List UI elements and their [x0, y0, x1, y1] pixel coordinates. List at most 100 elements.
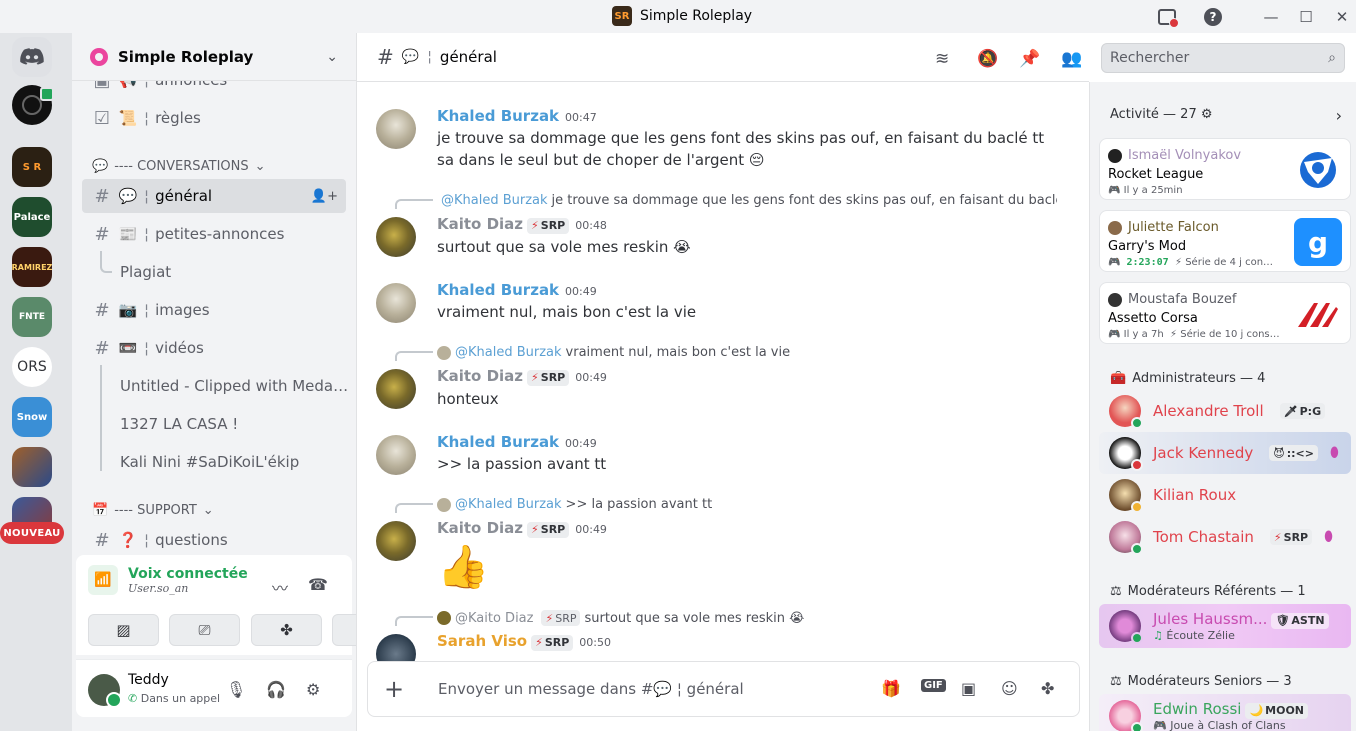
category-support[interactable]: 📅 ---- SUPPORT ⌄ — [92, 498, 214, 522]
server-ramirez[interactable]: RAMIREZ — [12, 247, 52, 287]
maximize-button[interactable]: ☐ — [1295, 6, 1317, 28]
close-button[interactable]: ✕ — [1331, 6, 1353, 28]
reply-preview[interactable]: @Khaled Burzak je trouve sa dommage que l… — [437, 193, 1057, 208]
channel-label: images — [155, 301, 210, 319]
disconnect-icon[interactable]: ☎ — [308, 575, 328, 594]
headphones-icon[interactable]: 🎧 — [266, 680, 286, 699]
message-time: 00:48 — [575, 219, 607, 232]
member-item[interactable]: Jules Haussm... 🛡 ASTN ♫ Écoute Zélie — [1099, 604, 1351, 648]
inbox-icon[interactable] — [1156, 6, 1179, 28]
microphone-icon[interactable]: 🎙 — [226, 680, 246, 699]
message-author[interactable]: Kaito Diaz ⚡ SRP 00:49 — [437, 519, 607, 538]
activity-meta: 🎮 2:23:07 ⚡ Série de 4 j con… — [1108, 257, 1274, 268]
avatar[interactable] — [376, 109, 416, 149]
minimize-button[interactable]: — — [1260, 6, 1282, 28]
member-item[interactable]: Jack Kennedy 😈::<> ⬮ — [1099, 432, 1351, 474]
avatar[interactable] — [376, 435, 416, 475]
guild-name: Simple Roleplay — [118, 47, 254, 66]
screen-share-button[interactable]: ⎚ — [169, 614, 240, 646]
channel-label: annonces — [155, 81, 227, 89]
avatar[interactable] — [376, 217, 416, 257]
reply-preview[interactable]: @Kaito Diaz ⚡ SRP surtout que sa vole mes r… — [437, 610, 1057, 626]
pinned-icon[interactable]: 📌 — [1019, 49, 1040, 69]
server-simple-roleplay[interactable]: S R — [12, 147, 52, 187]
channel-emoji: ❓ — [118, 531, 138, 549]
activity-card[interactable]: Moustafa Bouzef Assetto Corsa 🎮 Il y a 7… — [1099, 282, 1351, 344]
emoji-icon[interactable]: ☺ — [1001, 679, 1018, 698]
role-tag: ⚡ SRP — [527, 521, 570, 538]
threads-icon[interactable]: ≋ — [935, 49, 949, 69]
channel-regles[interactable]: ☑ 📜 ¦ règles — [82, 101, 346, 135]
server-game[interactable] — [12, 447, 52, 487]
channel-annonces[interactable]: ▣ 📢 ¦ annonces — [82, 81, 346, 97]
activity-card[interactable]: Ismaël Volnyakov Rocket League 🎮 Il y a … — [1099, 138, 1351, 200]
channel-questions[interactable]: # ❓ ¦ questions — [82, 523, 346, 553]
channel-petites-annonces[interactable]: # 📰 ¦ petites-annonces — [82, 217, 346, 251]
thread-plagiat[interactable]: Plagiat — [120, 255, 350, 289]
hash-icon: # — [94, 185, 110, 207]
notifications-muted-icon[interactable]: 🔕 — [977, 49, 998, 69]
gif-icon[interactable]: GIF — [921, 679, 946, 692]
phone-icon: ✆ — [128, 692, 138, 705]
sticker-icon[interactable]: ▣ — [961, 679, 976, 698]
gift-icon[interactable]: 🎁 — [881, 679, 901, 698]
message-author[interactable]: Kaito Diaz ⚡ SRP 00:49 — [437, 367, 607, 386]
add-attachment-icon[interactable]: + — [384, 675, 414, 703]
activity-card[interactable]: Juliette Falcon Garry's Mod 🎮 2:23:07 ⚡ … — [1099, 210, 1351, 272]
reply-spine — [395, 503, 433, 513]
activities-button[interactable]: ✤ — [251, 614, 322, 646]
channel-emoji: 📷 — [118, 301, 138, 319]
discord-home-icon[interactable] — [12, 37, 52, 77]
channel-general[interactable]: # 💬 ¦ général 👤+ — [82, 179, 346, 213]
message-author[interactable]: Sarah Viso ⚡ SRP 00:50 — [437, 632, 611, 651]
member-list-icon[interactable]: 👥 — [1061, 49, 1082, 69]
reply-preview[interactable]: @Khaled Burzak >> la passion avant tt — [437, 497, 1057, 512]
message-author[interactable]: Khaled Burzak 00:47 — [437, 107, 597, 125]
settings-gear-icon[interactable]: ⚙ — [306, 680, 320, 699]
server-fnte[interactable]: FNTE — [12, 297, 52, 337]
scales-icon: ⚖ — [1110, 584, 1122, 599]
chevron-down-icon[interactable]: ⌄ — [326, 49, 338, 65]
avatar[interactable] — [88, 674, 122, 708]
server-ors[interactable]: ORS — [12, 347, 52, 387]
signal-icon[interactable]: 📶 — [88, 565, 118, 595]
add-member-icon[interactable]: 👤+ — [311, 189, 338, 204]
gear-icon[interactable]: ⚙ — [1201, 107, 1213, 122]
message-author[interactable]: Kaito Diaz ⚡ SRP 00:48 — [437, 215, 607, 234]
channel-emoji: 📜 — [118, 109, 138, 127]
chevron-right-icon[interactable]: › — [1336, 106, 1342, 125]
help-icon[interactable]: ? — [1202, 6, 1224, 28]
avatar[interactable] — [376, 521, 416, 561]
avatar — [1109, 437, 1143, 471]
thread-la-casa[interactable]: 1327 LA CASA ! — [120, 407, 350, 441]
member-item[interactable]: Tom Chastain ⚡ SRP ⬮ — [1099, 516, 1351, 558]
controller-icon: 🎮 — [1108, 185, 1121, 196]
member-item[interactable]: Edwin Rossi 🌙 MOON 🎮 Joue à Clash of Clans — [1099, 694, 1351, 731]
avatar[interactable] — [376, 634, 416, 662]
activity-header[interactable]: Activité — 27 ⚙ — [1110, 107, 1213, 122]
camera-off-button[interactable]: ▨ — [88, 614, 159, 646]
avatar[interactable] — [376, 369, 416, 409]
server-palace[interactable]: Palace — [12, 197, 52, 237]
channel-images[interactable]: # 📷 ¦ images — [82, 293, 346, 327]
message-author[interactable]: Khaled Burzak 00:49 — [437, 433, 597, 451]
user-name[interactable]: Teddy — [128, 672, 169, 688]
reply-preview[interactable]: @Khaled Burzak vraiment nul, mais bon c'e… — [437, 345, 1057, 360]
thread-kali-nini[interactable]: Kali Nini #SaDiKoiL'ékip — [120, 445, 350, 479]
new-badge[interactable]: NOUVEAU — [0, 522, 64, 544]
guild-boost-icon — [90, 47, 108, 66]
search-input[interactable]: Rechercher ⌕ — [1101, 43, 1345, 73]
message-author[interactable]: Khaled Burzak 00:49 — [437, 281, 597, 299]
category-conversations[interactable]: 💬 ---- CONVERSATIONS ⌄ — [92, 154, 266, 178]
guild-header[interactable]: Simple Roleplay ⌄ — [72, 33, 356, 81]
voice-status[interactable]: Voix connectée — [128, 566, 248, 582]
apps-icon[interactable]: ✤ — [1041, 679, 1054, 698]
noise-suppression-icon[interactable]: 〰 — [272, 575, 288, 599]
thread-untitled[interactable]: Untitled - Clipped with Meda… — [120, 369, 350, 403]
member-item[interactable]: Kilian Roux — [1099, 474, 1351, 516]
avatar[interactable] — [376, 283, 416, 323]
member-item[interactable]: Alexandre Troll 🗡 P:G — [1099, 390, 1351, 432]
channel-emoji: 📢 — [118, 81, 138, 89]
channel-videos[interactable]: # 📼 ¦ vidéos — [82, 331, 346, 365]
server-snow[interactable]: Snow — [12, 397, 52, 437]
